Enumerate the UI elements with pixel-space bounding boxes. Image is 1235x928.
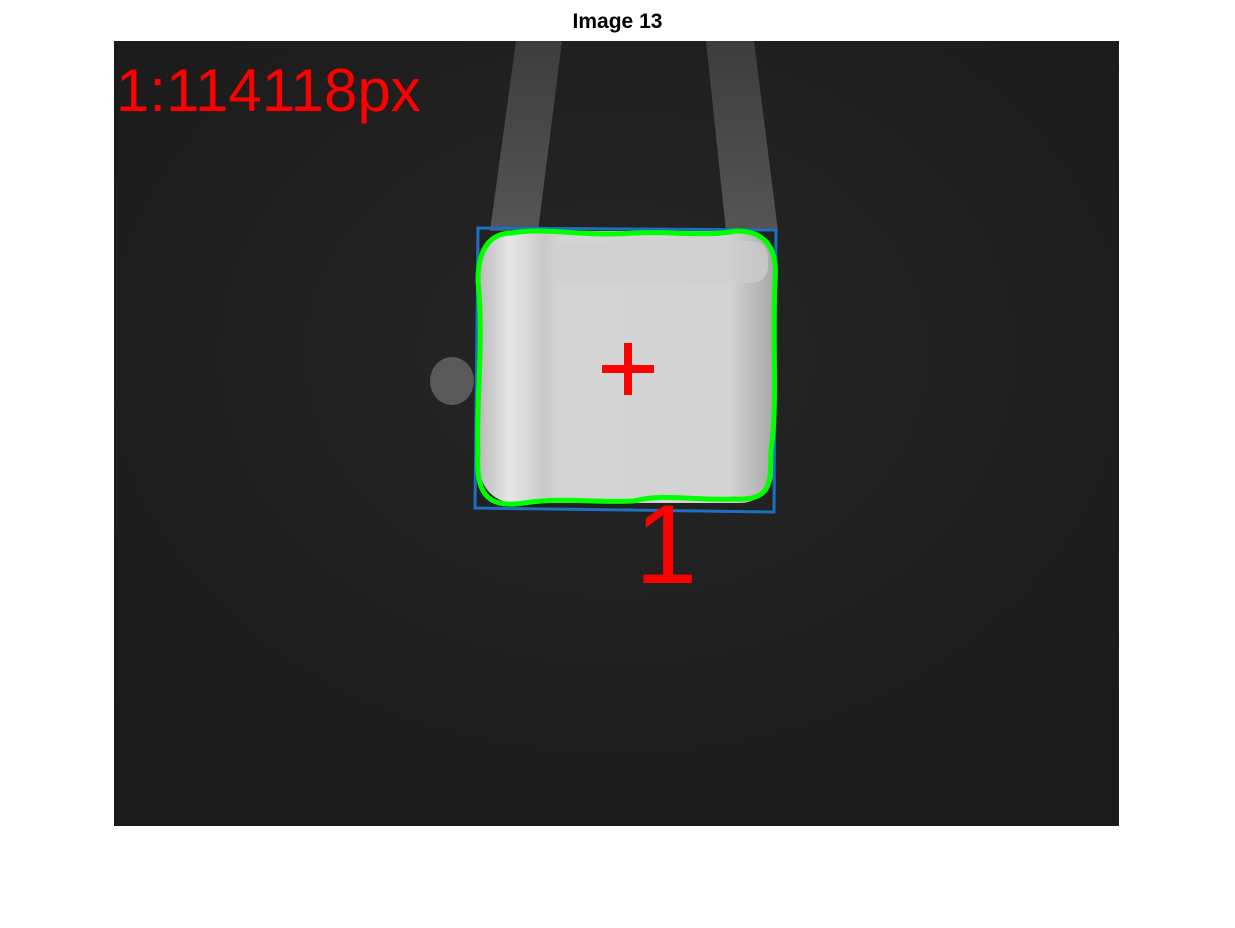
side-stub (430, 357, 474, 405)
object-id-label: 1 (635, 482, 698, 607)
scene (114, 41, 1119, 826)
image-panel: 1:114118px 1 (114, 41, 1119, 826)
figure-title: Image 13 (572, 10, 663, 33)
object-top-band (546, 241, 768, 283)
area-label: 1:114118px (116, 57, 421, 124)
